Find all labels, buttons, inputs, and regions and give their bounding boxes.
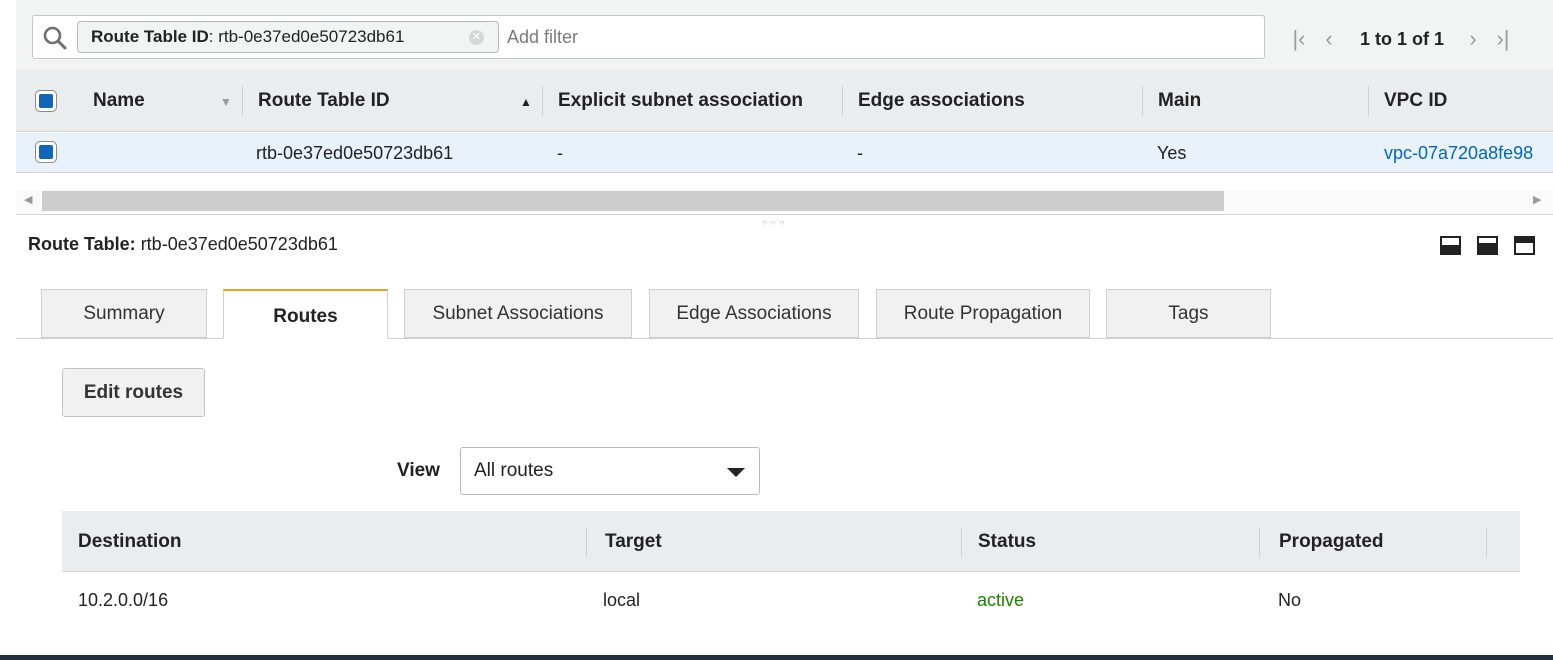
- detail-title-value: rtb-0e37ed0e50723db61: [140, 234, 338, 254]
- scroll-right-icon[interactable]: ▶: [1533, 193, 1541, 206]
- column-divider[interactable]: [586, 527, 587, 557]
- scroll-left-icon[interactable]: ◀: [24, 193, 32, 206]
- tab-routes[interactable]: Routes: [223, 289, 388, 339]
- column-divider[interactable]: [242, 86, 243, 116]
- filter-chip[interactable]: Route Table ID: rtb-0e37ed0e50723db61 ✕: [77, 21, 499, 53]
- row-checkbox[interactable]: [35, 141, 57, 163]
- view-select[interactable]: All routes: [460, 447, 760, 495]
- bottom-bar: [0, 655, 1553, 660]
- cell-destination: 10.2.0.0/16: [78, 590, 169, 610]
- search-box[interactable]: Route Table ID: rtb-0e37ed0e50723db61 ✕: [32, 15, 1265, 59]
- table-row: 10.2.0.0/16 local active No: [62, 572, 1520, 630]
- prev-page-icon[interactable]: ‹: [1314, 26, 1344, 52]
- detail-title: Route Table: rtb-0e37ed0e50723db61: [28, 234, 338, 255]
- horizontal-scrollbar[interactable]: ◀ ▶: [16, 190, 1553, 212]
- view-select-value: All routes: [474, 460, 554, 481]
- col-header-destination[interactable]: Destination: [78, 511, 181, 572]
- cell-target: local: [603, 590, 641, 610]
- search-icon: [43, 26, 67, 50]
- cell-main: Yes: [1157, 143, 1187, 163]
- split-divider[interactable]: [16, 214, 1553, 215]
- col-header-target[interactable]: Target: [605, 511, 662, 572]
- tab-tags[interactable]: Tags: [1106, 289, 1271, 338]
- detail-tabs: Summary Routes Subnet Associations Edge …: [16, 289, 1553, 339]
- col-header-route-table-id[interactable]: Route Table ID: [258, 70, 508, 132]
- select-all-checkbox[interactable]: [35, 90, 57, 112]
- table-row[interactable]: rtb-0e37ed0e50723db61 - - Yes vpc-07a720…: [16, 133, 1553, 173]
- last-page-icon[interactable]: ›|: [1488, 26, 1518, 52]
- next-page-icon[interactable]: ›: [1458, 26, 1488, 52]
- layout-bottom-icon[interactable]: [1440, 236, 1461, 255]
- first-page-icon[interactable]: |‹: [1284, 26, 1314, 52]
- detail-title-label: Route Table:: [28, 234, 136, 254]
- sort-asc-icon[interactable]: ▲: [520, 95, 532, 109]
- add-filter-input[interactable]: [507, 27, 907, 48]
- col-header-propagated[interactable]: Propagated: [1279, 511, 1384, 572]
- tab-edge-associations[interactable]: Edge Associations: [649, 289, 859, 338]
- cell-route-table-id: rtb-0e37ed0e50723db61: [256, 143, 454, 163]
- filter-bar: Route Table ID: rtb-0e37ed0e50723db61 ✕ …: [16, 0, 1553, 70]
- filter-chip-value: : rtb-0e37ed0e50723db61: [208, 27, 405, 46]
- column-divider[interactable]: [1486, 527, 1487, 557]
- tab-route-propagation[interactable]: Route Propagation: [876, 289, 1090, 338]
- routes-table-header: Destination Target Status Propagated: [62, 511, 1520, 572]
- resize-handle-icon[interactable]: ○○○: [762, 218, 789, 227]
- pagination-text: 1 to 1 of 1: [1360, 28, 1445, 49]
- column-divider[interactable]: [842, 86, 843, 116]
- cell-explicit-subnet: -: [557, 143, 563, 163]
- filter-chip-key: Route Table ID: [91, 27, 209, 46]
- column-divider[interactable]: [1142, 86, 1143, 116]
- sort-icon[interactable]: ▼: [220, 95, 232, 109]
- column-divider[interactable]: [1259, 527, 1260, 557]
- col-header-name[interactable]: Name: [93, 70, 233, 132]
- col-header-explicit-subnet[interactable]: Explicit subnet association: [558, 70, 828, 132]
- scrollbar-thumb[interactable]: [42, 191, 1224, 211]
- cell-name: [93, 133, 233, 173]
- chevron-down-icon: [727, 468, 745, 477]
- cell-propagated: No: [1278, 590, 1302, 610]
- col-header-main[interactable]: Main: [1158, 70, 1338, 132]
- col-header-vpc-id[interactable]: VPC ID: [1384, 70, 1544, 132]
- view-label: View: [397, 460, 440, 481]
- tab-subnet-associations[interactable]: Subnet Associations: [404, 289, 632, 338]
- grid-header: Name ▼ Route Table ID ▲ Explicit subnet …: [16, 70, 1553, 132]
- column-divider[interactable]: [961, 527, 962, 557]
- cell-edge-associations: -: [857, 143, 863, 163]
- column-divider[interactable]: [1368, 86, 1369, 116]
- col-header-status[interactable]: Status: [978, 511, 1036, 572]
- column-divider[interactable]: [542, 86, 543, 116]
- col-header-edge-associations[interactable]: Edge associations: [858, 70, 1128, 132]
- cell-status: active: [977, 590, 1025, 610]
- layout-split-icon[interactable]: [1477, 236, 1498, 255]
- pagination: |‹ ‹ 1 to 1 of 1 › ›|: [1284, 24, 1518, 54]
- layout-switcher: [1440, 236, 1535, 255]
- edit-routes-button[interactable]: Edit routes: [62, 368, 205, 417]
- remove-filter-icon[interactable]: ✕: [469, 30, 484, 45]
- tab-summary[interactable]: Summary: [41, 289, 207, 338]
- layout-top-icon[interactable]: [1514, 236, 1535, 255]
- vpc-id-link[interactable]: vpc-07a720a8fe98: [1384, 133, 1553, 173]
